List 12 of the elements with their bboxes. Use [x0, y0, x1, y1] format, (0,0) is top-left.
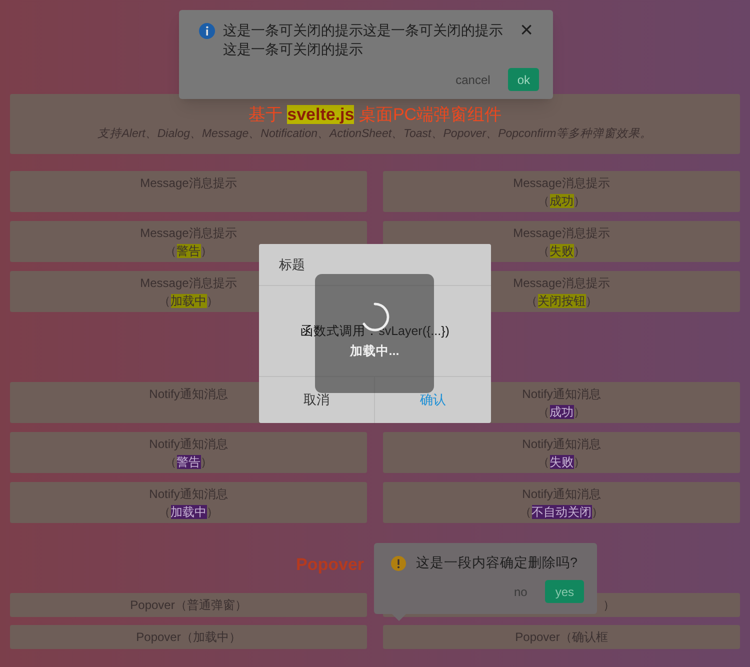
toast-text: 加载中... — [350, 343, 400, 360]
cancel-button[interactable]: 取消 — [259, 377, 375, 423]
popconfirm-message: 这是一段内容确定删除吗? — [416, 554, 578, 572]
info-icon — [199, 23, 215, 39]
cancel-button[interactable]: cancel — [456, 70, 490, 88]
notification-message: 这是一条可关闭的提示这是一条可关闭的提示这是一条可关闭的提示 — [223, 21, 504, 59]
close-button[interactable]: × — [520, 21, 533, 39]
confirm-button[interactable]: ok — [508, 68, 539, 91]
confirm-button[interactable]: yes — [545, 580, 584, 604]
section-title: Popover — [296, 554, 364, 576]
page-title: 基于 svelte.js 桌面PC端弹窗组件 — [248, 104, 502, 126]
warning-icon — [391, 556, 406, 571]
